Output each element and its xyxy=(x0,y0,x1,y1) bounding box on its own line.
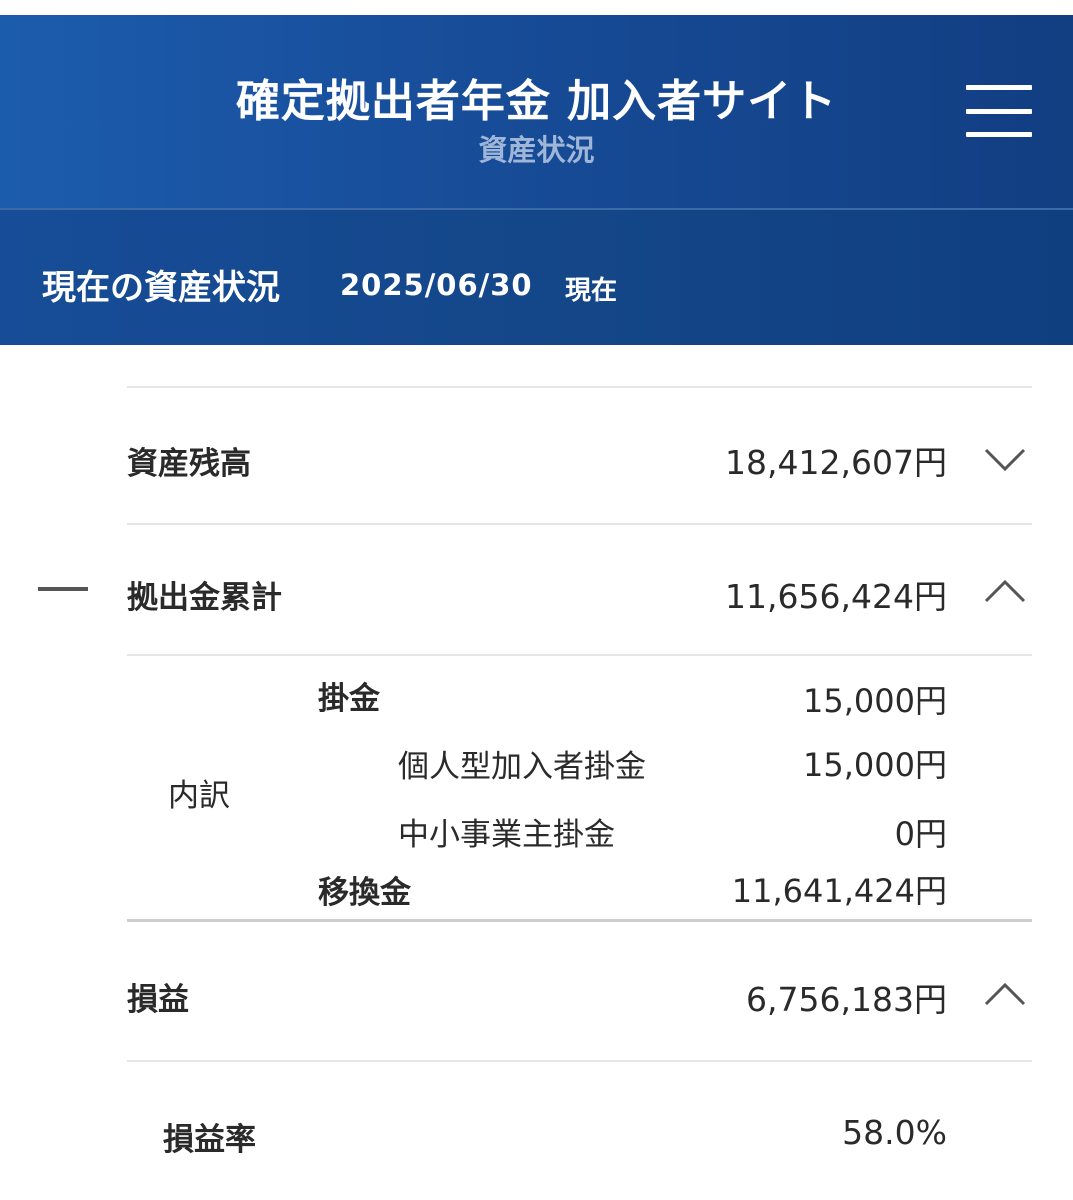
top-strip xyxy=(0,0,1073,15)
section-title: 現在の資産状況 xyxy=(42,268,280,308)
chevron-down-icon[interactable] xyxy=(984,447,1026,473)
asset-balance-label: 資産残高 xyxy=(127,446,251,482)
as-of-date: 2025/06/30 xyxy=(340,268,533,302)
breakdown-label: 内訳 xyxy=(168,778,230,814)
transfer-amount-value: 11,641,424円 xyxy=(731,872,947,910)
page-subtitle: 資産状況 xyxy=(478,133,595,167)
chevron-up-icon[interactable] xyxy=(984,578,1026,604)
profit-rate-value: 58.0% xyxy=(842,1113,947,1152)
individual-contribution-label: 個人型加入者掛金 xyxy=(398,749,646,785)
collapse-dash-icon xyxy=(38,587,88,591)
row-divider xyxy=(127,919,1032,922)
chevron-up-icon[interactable] xyxy=(984,981,1026,1007)
as-of-label: 現在 xyxy=(565,276,618,306)
kakekin-value: 15,000円 xyxy=(803,682,947,720)
profit-rate-label: 損益率 xyxy=(163,1122,256,1158)
hamburger-menu-icon[interactable] xyxy=(962,85,1034,139)
individual-contribution-value: 15,000円 xyxy=(803,746,947,784)
profit-loss-value: 6,756,183円 xyxy=(746,980,947,1019)
app-title: 確定拠出者年金 加入者サイト xyxy=(235,76,838,127)
app-header: 確定拠出者年金 加入者サイト 資産状況 xyxy=(0,15,1073,208)
row-divider xyxy=(127,523,1032,525)
transfer-amount-label: 移換金 xyxy=(318,875,411,911)
profit-loss-label: 損益 xyxy=(127,982,189,1018)
contribution-total-label: 拠出金累計 xyxy=(127,580,282,616)
sme-owner-contribution-label: 中小事業主掛金 xyxy=(398,817,615,853)
asset-balance-value: 18,412,607円 xyxy=(725,443,947,482)
section-header: 現在の資産状況 2025/06/30 現在 xyxy=(0,210,1073,345)
kakekin-label: 掛金 xyxy=(318,681,380,717)
row-divider xyxy=(127,1060,1032,1062)
sme-owner-contribution-value: 0円 xyxy=(894,815,947,853)
contribution-total-value: 11,656,424円 xyxy=(725,577,947,616)
row-divider xyxy=(127,386,1032,388)
row-divider xyxy=(127,654,1032,656)
